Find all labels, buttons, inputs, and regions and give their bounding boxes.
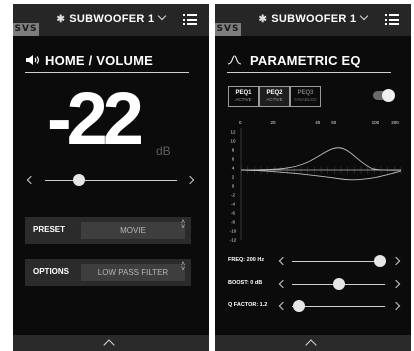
chevron-down-icon <box>360 11 369 21</box>
tab-state: ACTIVE <box>235 97 252 102</box>
preset-value[interactable]: MOVIE <box>81 222 185 239</box>
volume-unit: dB <box>156 144 171 158</box>
volume-screen: SVS ✱ SUBWOOFER 1 HOME / VOLUME -22 dB PR… <box>13 4 209 351</box>
toggle-knob[interactable] <box>382 89 395 102</box>
tab-peq3[interactable]: PEQ3 DISABLED <box>290 86 321 107</box>
tab-label: PEQ2 <box>266 90 283 96</box>
tab-peq1[interactable]: PEQ1 ACTIVE <box>228 86 259 107</box>
chevron-right-icon[interactable] <box>185 175 195 185</box>
freq-slider-track[interactable] <box>292 261 385 262</box>
q-factor-slider-track[interactable] <box>292 306 385 307</box>
freq-slider[interactable] <box>277 255 405 269</box>
x-tick-label: 200 <box>391 120 399 125</box>
bottom-bar[interactable] <box>13 335 209 351</box>
peq-enable-toggle[interactable] <box>373 89 395 102</box>
eq-curve-icon <box>227 55 242 65</box>
boost-slider[interactable] <box>277 278 405 292</box>
chevron-left-icon[interactable] <box>278 301 288 311</box>
tab-label: PEQ3 <box>297 90 314 96</box>
device-name: SUBWOOFER 1 <box>69 13 155 25</box>
y-tick-label: 10 <box>230 139 236 144</box>
q-factor-label: Q FACTOR: 1.2 <box>228 302 268 308</box>
bluetooth-icon: ✱ <box>258 14 268 25</box>
volume-value: -22 <box>47 77 144 160</box>
x-tick-label: 100 <box>372 120 380 125</box>
chevron-up-icon[interactable] <box>305 339 317 351</box>
y-tick-label: -4 <box>231 202 235 207</box>
x-tick-label: 20 <box>270 120 276 125</box>
y-tick-labels: 12 10 8 6 4 2 0 -2 -4 -6 -8 -10 -12 <box>230 130 237 243</box>
chevron-right-icon[interactable] <box>391 256 401 266</box>
q-factor-slider-knob[interactable] <box>293 300 306 312</box>
tab-peq2[interactable]: PEQ2 ACTIVE <box>259 86 290 107</box>
volume-slider-track[interactable] <box>45 180 177 181</box>
speaker-icon <box>26 55 39 65</box>
y-tick-label: -6 <box>231 211 235 216</box>
hamburger-menu-icon[interactable] <box>385 14 399 25</box>
hamburger-menu-icon[interactable] <box>183 14 197 25</box>
tab-state: ACTIVE <box>266 97 283 102</box>
boost-slider-knob[interactable] <box>332 278 345 290</box>
y-tick-label: -10 <box>230 229 237 234</box>
y-tick-label: 12 <box>230 130 236 135</box>
up-down-icon: ˄ ˅ <box>181 219 186 231</box>
options-value[interactable]: LOW PASS FILTER <box>81 264 185 281</box>
y-tick-label: 0 <box>232 184 235 189</box>
eq-response-graph: 20 40 50 100 2000 121086420-2-4-6-8-10-12 <box>230 120 402 243</box>
volume-slider[interactable] <box>23 173 199 187</box>
title-divider <box>227 72 391 73</box>
chevron-up-icon[interactable] <box>103 339 115 351</box>
y-tick-label: 8 <box>232 148 235 153</box>
y-tick-label: 4 <box>232 166 235 171</box>
bottom-bar[interactable] <box>215 335 411 351</box>
up-down-icon: ˄ ˅ <box>181 261 186 273</box>
boost-label: BOOST: 0 dB <box>228 280 263 286</box>
q-factor-slider[interactable] <box>277 300 405 314</box>
options-label: OPTIONS <box>33 267 70 276</box>
options-selector[interactable]: OPTIONS LOW PASS FILTER ˄ ˅ <box>25 259 191 286</box>
freq-slider-knob[interactable] <box>374 255 387 267</box>
tab-state: DISABLED <box>294 97 317 102</box>
y-tick-label: 2 <box>232 175 235 180</box>
chevron-left-icon[interactable] <box>278 256 288 266</box>
tab-label: PEQ1 <box>235 90 252 96</box>
preset-label: PRESET <box>33 225 66 234</box>
top-bar: SVS ✱ SUBWOOFER 1 <box>13 4 209 36</box>
y-tick-label: -12 <box>230 238 237 243</box>
y-tick-label: 6 <box>232 157 235 162</box>
page-title: PARAMETRIC EQ <box>250 53 361 68</box>
bluetooth-icon: ✱ <box>56 14 66 25</box>
chevron-left-icon[interactable] <box>26 175 36 185</box>
chevron-right-icon[interactable] <box>391 279 401 289</box>
volume-slider-knob[interactable] <box>73 174 86 186</box>
x-tick-labels: 20 40 50 100 200 0 <box>239 120 399 125</box>
y-tick-label: -8 <box>231 220 235 225</box>
graph-grid <box>240 128 402 240</box>
title-divider <box>25 72 189 73</box>
parametric-eq-screen: SVS ✱ SUBWOOFER 1 PARAMETRIC EQ PEQ1 ACTI… <box>215 4 411 351</box>
chevron-left-icon[interactable] <box>278 279 288 289</box>
freq-label: FREQ: 200 Hz <box>228 257 265 263</box>
chevron-right-icon[interactable] <box>391 301 401 311</box>
device-name: SUBWOOFER 1 <box>271 13 357 25</box>
preset-selector[interactable]: PRESET MOVIE ˄ ˅ <box>25 217 191 244</box>
x-tick-label: 0 <box>239 120 242 125</box>
x-tick-label: 50 <box>331 120 337 125</box>
page-title: HOME / VOLUME <box>45 53 154 68</box>
device-selector[interactable]: ✱ SUBWOOFER 1 <box>215 11 411 25</box>
chevron-down-icon <box>158 11 167 21</box>
y-tick-label: -2 <box>231 193 235 198</box>
x-tick-label: 40 <box>315 120 321 125</box>
top-bar: SVS ✱ SUBWOOFER 1 <box>215 4 411 36</box>
device-selector[interactable]: ✱ SUBWOOFER 1 <box>13 11 209 25</box>
